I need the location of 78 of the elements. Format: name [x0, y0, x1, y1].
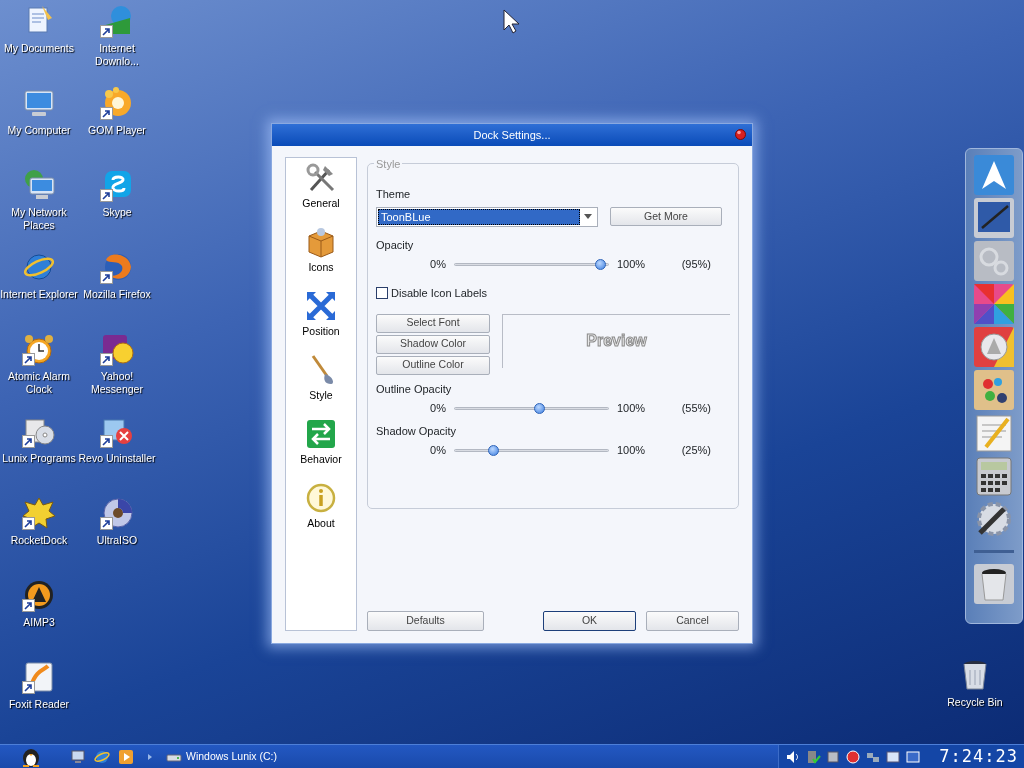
min-label: 0% [429, 443, 447, 459]
checkbox-label[interactable]: Disable Icon Labels [391, 285, 487, 302]
lens-icon[interactable] [973, 327, 1015, 367]
icon-label[interactable]: Foxit Reader [8, 698, 70, 711]
slider-thumb[interactable] [534, 402, 546, 414]
get-more-button[interactable]: Get More [610, 207, 722, 226]
icon-label[interactable]: My Computer [7, 124, 71, 137]
icon-label[interactable]: Mozilla Firefox [83, 288, 151, 301]
taskbar-button[interactable]: Windows Lunix (C:) [166, 748, 278, 765]
sidebar-item[interactable]: Behavior [300, 452, 342, 468]
tools-icon[interactable] [305, 162, 337, 194]
dialog-button[interactable]: Defaults [367, 611, 484, 631]
font-button[interactable]: Shadow Color [376, 334, 490, 354]
sidebar-item[interactable]: Icons [308, 260, 334, 276]
value-reading: (25%) [680, 443, 711, 459]
max-label: 100% [616, 400, 647, 416]
font-button[interactable]: Outline Color [376, 355, 490, 375]
close-button[interactable] [735, 129, 746, 140]
icon-label[interactable]: UltraISO [96, 534, 138, 547]
field-label: Theme [376, 187, 412, 202]
icon-label[interactable]: Recycle Bin [947, 696, 1003, 709]
preview-text: Preview [586, 331, 647, 351]
pen-screen-icon[interactable] [973, 198, 1015, 238]
calculator-icon[interactable] [973, 456, 1015, 496]
icon-label[interactable]: RocketDock [10, 534, 68, 547]
icon-label[interactable]: Lunix Programs [2, 452, 76, 465]
icon-label[interactable]: Skype [102, 206, 132, 219]
round-badge-icon[interactable] [845, 748, 862, 765]
box-icon[interactable] [305, 226, 337, 258]
icon-label[interactable]: Atomic Alarm Clock [0, 370, 78, 396]
sidebar-item[interactable]: General [302, 196, 340, 212]
icon-label[interactable]: AIMP3 [23, 616, 55, 629]
max-label: 100% [616, 256, 647, 272]
icon-label[interactable]: Internet Downlo... [78, 42, 156, 68]
window-title: Dock Settings... [473, 127, 551, 143]
field-label: Opacity [376, 237, 415, 253]
slider-thumb[interactable] [488, 445, 500, 456]
notepad-pencil-icon[interactable] [973, 413, 1015, 453]
min-label: 0% [429, 400, 447, 416]
icon-label[interactable]: GOM Player [88, 124, 146, 137]
arrows-cross-icon[interactable] [305, 290, 337, 322]
slider-thumb[interactable] [595, 258, 607, 270]
network-computer-icon[interactable] [22, 168, 56, 202]
play-icon[interactable] [118, 748, 134, 765]
icon-label[interactable]: Yahoo! Messenger [78, 370, 156, 396]
window-icon[interactable] [885, 748, 902, 765]
computer-icon[interactable] [70, 748, 86, 765]
arrows-swap-icon[interactable] [305, 418, 337, 450]
sidebar-item[interactable]: About [307, 516, 335, 532]
clock-text: 7:24:23 [939, 744, 1018, 768]
theme-dropdown[interactable]: ToonBLue [376, 206, 598, 227]
dialog-button[interactable]: Cancel [646, 611, 739, 631]
caret-icon [584, 214, 592, 219]
chip-icon[interactable] [825, 748, 842, 765]
star-badge-icon[interactable] [22, 496, 56, 530]
color-wheel-icon[interactable] [973, 284, 1015, 324]
icon-label[interactable]: Revo Uninstaller [78, 452, 156, 465]
dialog-button[interactable]: OK [543, 611, 636, 631]
sidebar-item[interactable]: Style [309, 388, 333, 404]
monitor-icon[interactable] [905, 748, 922, 765]
field-label: Shadow Opacity [376, 424, 458, 439]
font-button[interactable]: Select Font [376, 313, 490, 333]
sidebar-item[interactable]: Position [302, 324, 340, 340]
a-peak-icon[interactable] [973, 155, 1015, 195]
globe-icon[interactable] [94, 748, 110, 765]
icon-label[interactable]: Internet Explorer [0, 288, 78, 301]
min-label: 0% [429, 256, 447, 272]
mouse-cursor-icon [502, 8, 522, 34]
icon-label[interactable]: My Network Places [0, 206, 78, 232]
shield-check-icon[interactable] [805, 748, 822, 765]
max-label: 100% [616, 443, 647, 459]
icon-label[interactable]: My Documents [4, 42, 74, 55]
field-label: Outline Opacity [376, 381, 453, 397]
checkbox[interactable] [376, 287, 388, 300]
value-reading: (55%) [680, 400, 711, 416]
paint-palette-icon[interactable] [973, 370, 1015, 410]
value-reading: (95%) [680, 256, 711, 272]
trash-can-icon[interactable] [973, 564, 1015, 604]
